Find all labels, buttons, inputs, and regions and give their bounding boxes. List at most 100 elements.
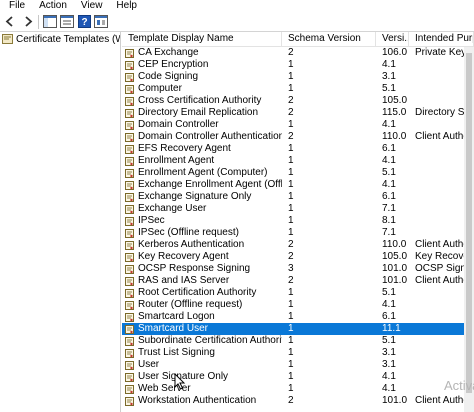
table-row[interactable]: CA Exchange2106.0Private Key Archival — [122, 47, 474, 59]
cell-display-name: CEP Encryption — [122, 59, 282, 71]
cell-version: 101.0 — [382, 263, 408, 274]
table-row[interactable]: Root Certification Authority 1 5.1 — [122, 287, 474, 299]
table-row[interactable]: Domain Controller 1 4.1 — [122, 119, 474, 131]
cell-version: 4.1 — [382, 299, 396, 310]
template-name: Smartcard User — [138, 323, 209, 334]
menu-view[interactable]: View — [74, 0, 110, 12]
cell-display-name: Workstation Authentication — [122, 395, 282, 407]
cell-schema-version: 1 — [288, 167, 294, 178]
cell-version: 8.1 — [382, 215, 396, 226]
template-name: Domain Controller — [138, 119, 219, 130]
table-row[interactable]: OCSP Response Signing 3 101.0 OCSP Signing — [122, 263, 474, 275]
template-name: Trust List Signing — [138, 347, 215, 358]
cell-display-name: IPSec — [122, 215, 282, 227]
back-icon[interactable] — [2, 14, 18, 30]
table-row[interactable]: Smartcard User 1 11.1 — [122, 323, 474, 335]
forward-icon[interactable] — [19, 14, 35, 30]
cell-version: 106.0 — [382, 47, 408, 58]
menu-file[interactable]: File — [2, 0, 32, 12]
cell-display-name: IPSec (Offline request) — [122, 227, 282, 239]
table-row[interactable]: Smartcard Logon 1 6.1 — [122, 311, 474, 323]
table-row[interactable]: Router (Offline request) 1 4.1 — [122, 299, 474, 311]
table-row[interactable]: Subordinate Certification Authority 1 5.1 — [122, 335, 474, 347]
cell-schema-version: 1 — [288, 383, 294, 394]
cell-display-name: EFS Recovery Agent — [122, 143, 282, 155]
tree-node-certificate-templates[interactable]: Certificate Templates (WIN-ODE — [0, 32, 120, 46]
table-row[interactable]: Workstation Authentication 2 101.0 Client A… — [122, 395, 474, 407]
scrollbar-thumb[interactable] — [466, 53, 472, 393]
certificate-template-icon — [125, 360, 134, 370]
column-header-schema-version[interactable]: Schema Version — [282, 32, 376, 47]
table-row[interactable]: IPSec (Offline request) 1 7.1 — [122, 227, 474, 239]
cell-schema-version: 2 — [288, 131, 294, 142]
certificate-template-icon — [125, 204, 134, 214]
certificate-template-icon — [125, 312, 134, 322]
template-name: EFS Recovery Agent — [138, 143, 231, 154]
table-row[interactable]: Enrollment Agent (Computer) 1 5.1 — [122, 167, 474, 179]
certificate-template-icon — [125, 396, 134, 406]
table-row[interactable]: Cross Certification Authority 2 105.0 — [122, 95, 474, 107]
menu-action[interactable]: Action — [32, 0, 74, 12]
template-name: Key Recovery Agent — [138, 251, 229, 262]
certificate-template-icon — [125, 384, 134, 394]
vertical-scrollbar[interactable] — [464, 47, 474, 412]
column-header-intended-purpose[interactable]: Intended Purpose — [409, 32, 474, 47]
template-name: Domain Controller Authentication — [138, 131, 282, 142]
template-name: OCSP Response Signing — [138, 263, 251, 274]
table-row[interactable]: Domain Controller Authentication 2 110.0 Cl… — [122, 131, 474, 143]
table-row[interactable]: Exchange User 1 7.1 — [122, 203, 474, 215]
cell-display-name: Code Signing — [122, 71, 282, 83]
cell-schema-version: 3 — [288, 263, 294, 274]
template-name: Exchange User — [138, 203, 207, 214]
table-row[interactable]: Exchange Enrollment Agent (Offline reque… — [122, 179, 474, 191]
cell-display-name: Computer — [122, 83, 282, 95]
cell-schema-version: 1 — [288, 227, 294, 238]
cell-version: 101.0 — [382, 395, 408, 406]
template-list: Template Display Name Schema Version Ver… — [122, 32, 474, 412]
certificate-template-icon — [125, 180, 134, 190]
cell-version: 110.0 — [382, 131, 407, 142]
cell-schema-version: 2 — [288, 251, 294, 262]
cell-schema-version: 1 — [288, 347, 294, 358]
help-icon[interactable]: ? — [76, 14, 92, 30]
show-hide-tree-icon[interactable] — [42, 14, 58, 30]
certificate-template-icon — [125, 240, 134, 250]
export-list-icon[interactable] — [59, 14, 75, 30]
template-name: CEP Encryption — [138, 59, 209, 70]
cell-schema-version: 1 — [288, 335, 294, 346]
properties-icon[interactable] — [93, 14, 109, 30]
table-row[interactable]: Key Recovery Agent2105.0Key Recovery Age… — [122, 251, 474, 263]
table-row[interactable]: EFS Recovery Agent 1 6.1 — [122, 143, 474, 155]
table-row[interactable]: RAS and IAS Server2101.0Client Authentic… — [122, 275, 474, 287]
cell-display-name: Root Certification Authority — [122, 287, 282, 299]
cell-display-name: RAS and IAS Server — [122, 275, 282, 287]
table-row[interactable]: Code Signing 1 3.1 — [122, 71, 474, 83]
column-header-version[interactable]: Versi... — [376, 32, 409, 47]
table-row[interactable]: Trust List Signing 1 3.1 — [122, 347, 474, 359]
table-row[interactable]: IPSec 1 8.1 — [122, 215, 474, 227]
cell-version: 5.1 — [382, 83, 396, 94]
cell-display-name: Directory Email Replication — [122, 107, 282, 119]
template-name: Computer — [138, 83, 182, 94]
certificate-template-icon — [125, 324, 134, 334]
table-row[interactable]: User 1 3.1 — [122, 359, 474, 371]
table-row[interactable]: Kerberos Authentication 2 110.0 Client Auth… — [122, 239, 474, 251]
menu-help[interactable]: Help — [109, 0, 144, 12]
table-row[interactable]: Enrollment Agent 1 4.1 — [122, 155, 474, 167]
cell-display-name: User Signature Only — [122, 371, 282, 383]
cell-version: 3.1 — [382, 359, 396, 370]
cell-version: 4.1 — [382, 155, 396, 166]
cell-display-name: Key Recovery Agent — [122, 251, 282, 263]
certificate-template-icon — [125, 372, 134, 382]
column-header-display-name[interactable]: Template Display Name — [122, 32, 282, 47]
cell-schema-version: 1 — [288, 191, 294, 202]
table-row[interactable]: Computer 1 5.1 — [122, 83, 474, 95]
table-row[interactable]: Directory Email Replication 2 115.0 Directo… — [122, 107, 474, 119]
table-row[interactable]: CEP Encryption 1 4.1 — [122, 59, 474, 71]
mouse-cursor-icon — [174, 373, 186, 390]
template-name: IPSec — [138, 215, 165, 226]
cell-version: 105.0 — [382, 251, 408, 262]
certificate-template-icon — [125, 168, 134, 178]
table-row[interactable]: Exchange Signature Only 1 6.1 — [122, 191, 474, 203]
cell-display-name: Domain Controller — [122, 119, 282, 131]
